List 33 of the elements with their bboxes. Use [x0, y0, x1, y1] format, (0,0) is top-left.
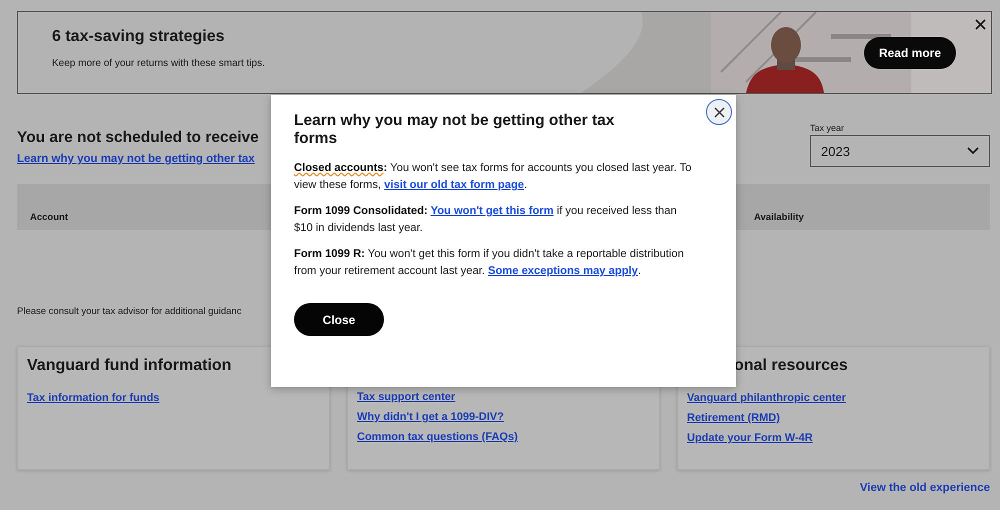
modal-paragraph: Form 1099 Consolidated: You won't get this form if you received less than $10 in dividends last year. — [294, 204, 678, 236]
column-header: Availability — [754, 212, 804, 223]
resource-link[interactable]: Tax information for funds — [27, 392, 160, 404]
resource-link[interactable]: Update your Form W-4R — [687, 432, 813, 444]
column-header: Account — [30, 212, 68, 223]
close-button[interactable] — [706, 99, 732, 125]
inline-link[interactable]: You won't get this form — [430, 205, 554, 217]
card-title: Vanguard fund information — [27, 357, 232, 375]
close-icon — [714, 106, 724, 118]
read-more-button[interactable]: Read more — [864, 37, 956, 69]
banner-subtitle: Keep more of your returns with these smart tips. — [52, 58, 266, 69]
old-experience-link[interactable]: View the old experience — [860, 482, 990, 494]
resource-link[interactable]: Common tax questions (FAQs) — [357, 431, 518, 443]
close-icon[interactable] — [975, 19, 986, 30]
resource-link[interactable]: Tax support center — [357, 391, 456, 403]
close-dialog-button[interactable]: Close — [294, 303, 384, 336]
modal-paragraph: Form 1099 R: You won't get this form if you didn't take a reportable distribution from your retirement account last year. Some exceptions may apply. — [294, 247, 685, 279]
card-title: onal resources — [733, 357, 848, 375]
resource-link[interactable]: Retirement (RMD) — [687, 412, 780, 424]
inline-link[interactable]: may apply — [583, 265, 638, 277]
chevron-icon — [967, 147, 979, 155]
section-heading: You are not scheduled to receive — [17, 129, 259, 147]
inline-link[interactable]: Some exceptions — [488, 265, 584, 277]
field-label: Tax year — [810, 123, 846, 133]
inline-link[interactable]: visit our old tax form page — [384, 179, 524, 191]
resource-link[interactable]: Vanguard philanthropic center — [687, 392, 846, 404]
resource-link[interactable]: Why didn't I get a 1099-DIV? — [357, 411, 504, 423]
learn-why-link[interactable]: Learn why you may not be getting other tax — [17, 153, 255, 165]
advisor-note: Please consult your tax advisor for additional guidanc — [17, 306, 242, 317]
modal-title: Learn why you may not be getting other tax forms — [294, 112, 616, 148]
modal-paragraph: Closed accounts: You won't see tax forms for accounts you closed last year. To view these forms, visit our old tax form page. — [294, 161, 692, 193]
banner-title: 6 tax-saving strategies — [52, 28, 226, 46]
tax-year-select[interactable]: 2023 — [810, 135, 990, 167]
